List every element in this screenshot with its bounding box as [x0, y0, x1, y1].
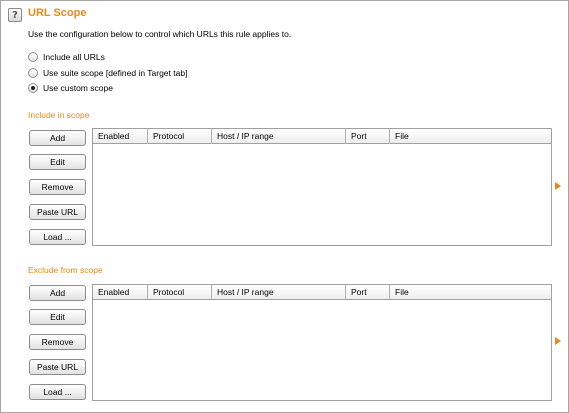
radio-label: Use custom scope [43, 82, 113, 93]
column-header-port[interactable]: Port [346, 285, 390, 300]
column-header-file[interactable]: File [390, 129, 551, 144]
exclude-section-title: Exclude from scope [28, 265, 103, 275]
expand-arrow-icon[interactable] [555, 337, 561, 345]
include-section-title: Include in scope [28, 110, 90, 120]
include-load-button[interactable]: Load ... [29, 229, 86, 245]
column-header-port[interactable]: Port [346, 129, 390, 144]
include-edit-button[interactable]: Edit [29, 154, 86, 170]
radio-use-suite-scope[interactable]: Use suite scope [defined in Target tab] [28, 66, 187, 79]
include-remove-button[interactable]: Remove [29, 179, 86, 195]
include-scope-table[interactable]: Enabled Protocol Host / IP range Port Fi… [92, 128, 552, 246]
panel-title: URL Scope [28, 7, 87, 19]
column-header-file[interactable]: File [390, 285, 551, 300]
exclude-add-button[interactable]: Add [29, 285, 86, 301]
radio-button-selected[interactable] [28, 82, 38, 93]
table-header: Enabled Protocol Host / IP range Port Fi… [93, 129, 551, 144]
column-header-protocol[interactable]: Protocol [148, 285, 212, 300]
exclude-remove-button[interactable]: Remove [29, 334, 86, 350]
url-scope-panel: ? URL Scope Use the configuration below … [0, 0, 569, 413]
radio-label: Include all URLs [43, 51, 105, 62]
radio-label: Use suite scope [defined in Target tab] [43, 67, 188, 78]
expand-arrow-icon[interactable] [555, 182, 561, 190]
exclude-edit-button[interactable]: Edit [29, 309, 86, 325]
help-icon[interactable]: ? [8, 8, 22, 22]
radio-include-all-urls[interactable]: Include all URLs [28, 50, 105, 63]
column-header-host[interactable]: Host / IP range [212, 285, 346, 300]
include-add-button[interactable]: Add [29, 130, 86, 146]
column-header-protocol[interactable]: Protocol [148, 129, 212, 144]
radio-button[interactable] [28, 67, 38, 78]
include-paste-url-button[interactable]: Paste URL [29, 204, 86, 220]
exclude-load-button[interactable]: Load ... [29, 384, 86, 400]
description-text: Use the configuration below to control w… [28, 29, 292, 39]
column-header-host[interactable]: Host / IP range [212, 129, 346, 144]
exclude-paste-url-button[interactable]: Paste URL [29, 359, 86, 375]
exclude-scope-table[interactable]: Enabled Protocol Host / IP range Port Fi… [92, 284, 552, 401]
radio-button[interactable] [28, 51, 38, 62]
radio-use-custom-scope[interactable]: Use custom scope [28, 81, 113, 94]
column-header-enabled[interactable]: Enabled [93, 285, 148, 300]
table-header: Enabled Protocol Host / IP range Port Fi… [93, 285, 551, 300]
column-header-enabled[interactable]: Enabled [93, 129, 148, 144]
